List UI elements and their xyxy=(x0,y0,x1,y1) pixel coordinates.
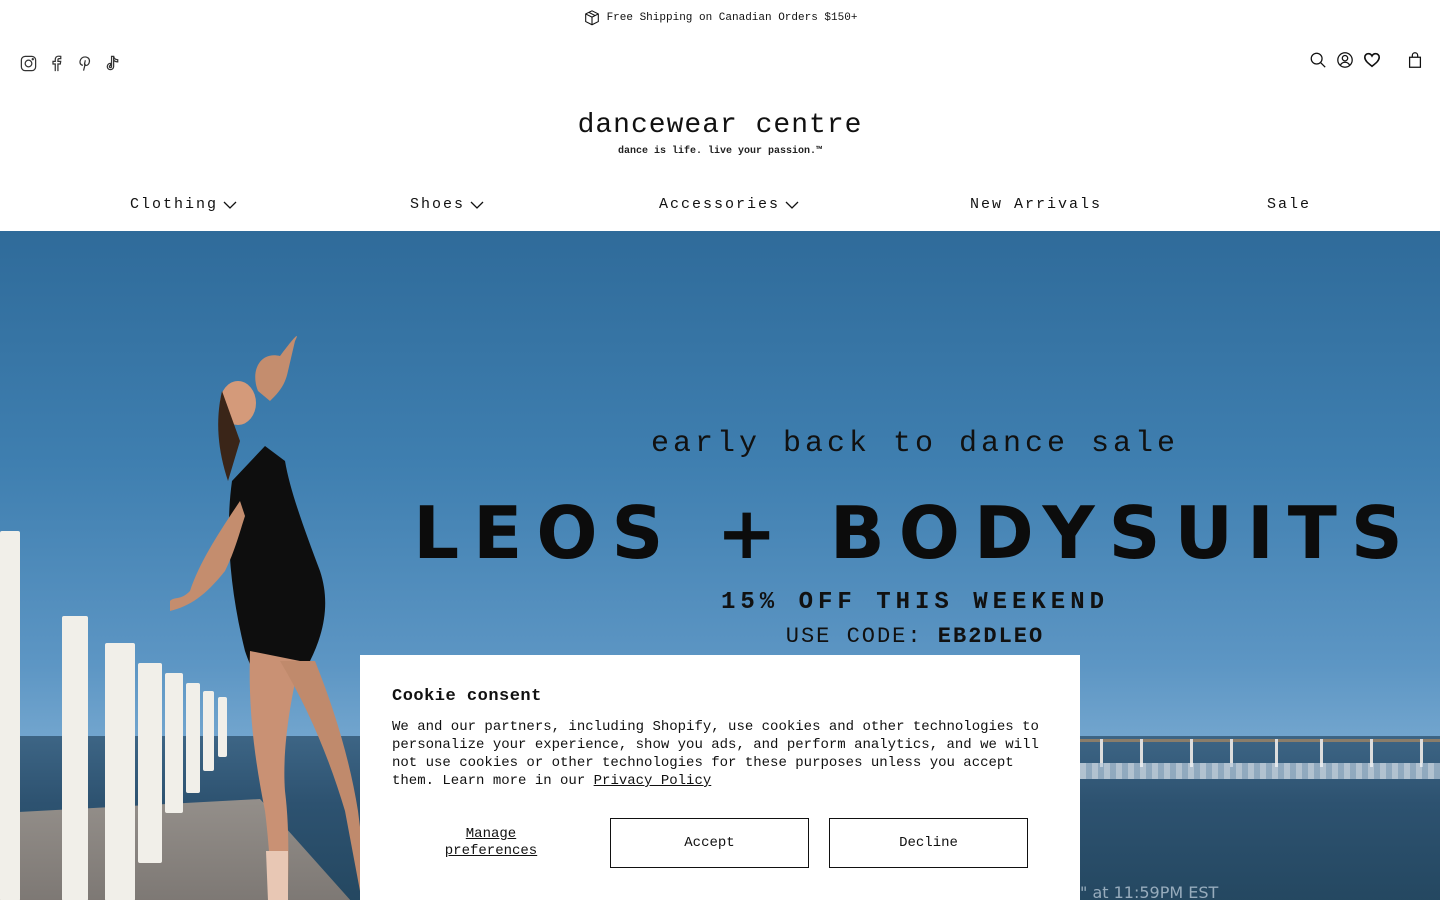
cookie-actions: Manage preferences Accept Decline xyxy=(392,818,1048,868)
chevron-down-icon xyxy=(785,201,799,209)
promo-code-prefix: USE CODE: xyxy=(785,624,923,649)
brand-name: dancewear centre xyxy=(577,110,863,141)
nav-label: Shoes xyxy=(410,196,466,213)
cookie-body: We and our partners, including Shopify, … xyxy=(392,718,1048,790)
announcement-bar: Free Shipping on Canadian Orders $150+ xyxy=(0,0,1440,36)
nav-item-sale[interactable]: Sale xyxy=(1267,196,1311,213)
header-utilities xyxy=(1308,50,1424,70)
dancer-image xyxy=(170,336,368,900)
nav-label: Sale xyxy=(1267,196,1312,213)
pier-post xyxy=(62,616,88,900)
social-links xyxy=(18,52,122,74)
hero-subheading: early back to dance sale xyxy=(650,427,1180,461)
promo-code-value: EB2DLEO xyxy=(937,624,1045,649)
nav-item-new-arrivals[interactable]: New Arrivals xyxy=(970,196,1102,213)
account-icon[interactable] xyxy=(1335,50,1354,70)
nav-label: Accessories xyxy=(659,196,781,213)
cookie-consent-dialog: Cookie consent We and our partners, incl… xyxy=(360,655,1080,900)
manage-preferences-link[interactable]: Manage preferences xyxy=(436,826,546,860)
cookie-body-text: We and our partners, including Shopify, … xyxy=(392,719,1039,789)
nav-item-shoes[interactable]: Shoes xyxy=(410,196,484,213)
chevron-down-icon xyxy=(223,201,237,209)
cart-icon[interactable] xyxy=(1405,50,1424,70)
nav-item-clothing[interactable]: Clothing xyxy=(130,196,237,213)
announcement-text: Free Shipping on Canadian Orders $150+ xyxy=(606,12,858,24)
facebook-icon[interactable] xyxy=(46,52,66,74)
nav-item-accessories[interactable]: Accessories xyxy=(659,196,799,213)
nav-label: New Arrivals xyxy=(970,196,1103,213)
hero-promo-code: USE CODE: EB2DLEO xyxy=(420,624,1410,649)
wishlist-icon[interactable] xyxy=(1362,50,1381,70)
nav-label: Clothing xyxy=(130,196,219,213)
pinterest-icon[interactable] xyxy=(74,52,94,74)
box-icon xyxy=(584,10,599,26)
chevron-down-icon xyxy=(470,201,484,209)
main-navigation: Clothing Shoes Accessories New Arrivals … xyxy=(0,186,1440,226)
cookie-title: Cookie consent xyxy=(392,687,542,706)
hero-offer: 15% OFF THIS WEEKEND xyxy=(720,589,1110,616)
search-icon[interactable] xyxy=(1308,50,1327,70)
site-logo[interactable]: dancewear centre dance is life. live you… xyxy=(0,108,1440,157)
hero-heading: LEOS + BODYSUITS xyxy=(413,491,1417,575)
pier-post xyxy=(0,531,20,900)
privacy-policy-link[interactable]: Privacy Policy xyxy=(594,773,712,789)
pier-post xyxy=(105,643,135,900)
tiktok-icon[interactable] xyxy=(102,52,122,74)
accept-button[interactable]: Accept xyxy=(610,818,809,868)
hero-rail xyxy=(1080,739,1440,742)
pier-post xyxy=(138,663,162,863)
hero-foam xyxy=(1080,763,1440,779)
hero-fine-print: " at 11:59PM EST xyxy=(1080,883,1219,900)
decline-button[interactable]: Decline xyxy=(829,818,1028,868)
brand-tagline: dance is life. live your passion.™ xyxy=(617,146,823,157)
instagram-icon[interactable] xyxy=(18,52,38,74)
